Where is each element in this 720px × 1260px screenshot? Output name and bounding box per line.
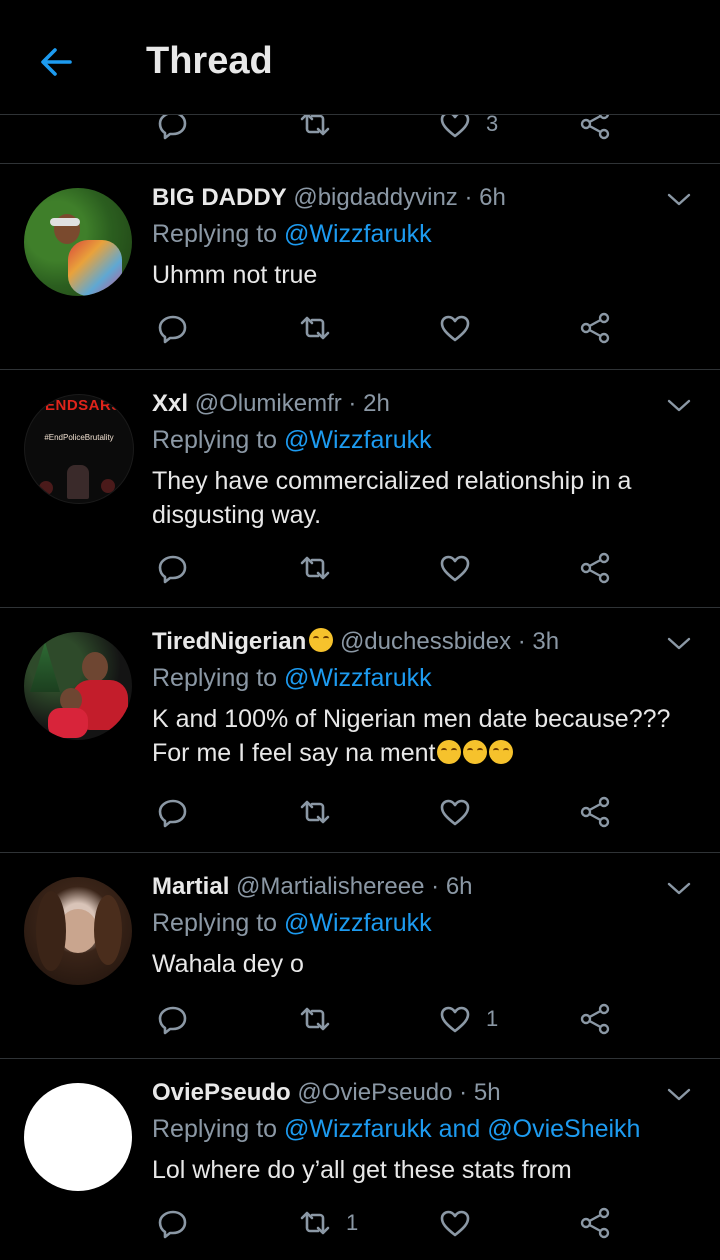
replying-to-label: Replying to [152,426,278,454]
like-count: 1 [486,1006,499,1031]
share-icon[interactable] [578,999,612,1039]
reply-icon[interactable] [156,1203,190,1243]
avatar[interactable] [24,632,132,740]
tweet[interactable]: #ENDSARS #EndPoliceBrutality Xxl @Olumik… [0,370,720,608]
mention-link[interactable]: @Wizzfarukk [284,664,432,692]
avatar-text: #ENDSARS [36,397,122,414]
tweet-text-line-content: For me I feel say na ment [152,739,436,767]
top-app-bar: Thread [0,0,720,115]
reply-icon[interactable] [156,792,190,832]
retweet-icon[interactable] [298,548,332,588]
heart-icon[interactable] [438,792,472,832]
heart-icon [438,1002,472,1036]
tweet-text-line: K and 100% of Nigerian men date because?… [152,705,671,733]
avatar[interactable]: #ENDSARS #EndPoliceBrutality [24,394,134,504]
separator: · [459,1079,468,1106]
mention-link[interactable]: @Wizzfarukk [284,909,432,937]
tweet[interactable]: OviePseudo @OviePseudo · 5h Replying to … [0,1059,720,1260]
share-icon[interactable] [578,792,612,832]
tweet-text-line: For me I feel say na ment [152,736,690,770]
user-handle[interactable]: @duchessbidex [340,628,511,655]
share-icon[interactable] [578,308,612,348]
replying-to-label: Replying to [152,664,278,692]
display-name[interactable]: BIG DADDY [152,184,287,211]
mention-link[interactable]: @Wizzfarukk [284,426,432,454]
timestamp: 6h [445,873,473,900]
retweet-button[interactable]: 1 [298,1203,358,1243]
replying-to-label: Replying to [152,1115,278,1143]
reply-icon[interactable] [156,308,190,348]
replying-to: Replying to @Wizzfarukk [152,426,690,464]
timestamp: 3h [532,628,560,655]
timestamp: 2h [363,390,390,417]
heart-icon[interactable] [438,548,472,588]
tweet-text: Uhmm not true [152,261,318,289]
tweet[interactable]: TiredNigerian @duchessbidex · 3h Replyin… [0,608,720,853]
heart-icon[interactable] [438,308,472,348]
display-name[interactable]: TiredNigerian [152,628,306,655]
share-icon[interactable] [578,1203,612,1243]
heart-icon[interactable] [438,1203,472,1243]
avatar[interactable] [24,1083,132,1191]
user-handle[interactable]: @bigdaddyvinz [293,184,457,211]
timestamp: 5h [473,1079,501,1106]
user-handle[interactable]: @OviePseudo [297,1079,452,1106]
avatar[interactable] [24,877,132,985]
tweet-actions: 1 [152,999,622,1039]
tweet-text: They have commercialized relationship in… [152,467,632,529]
retweet-count: 1 [346,1210,359,1235]
weary-face-emoji-icon [309,628,334,652]
chevron-down-icon[interactable] [666,1081,692,1107]
tweet-actions [152,792,622,832]
avatar-subtext: #EndPoliceBrutality [44,433,114,442]
page-title: Thread [146,40,273,82]
replying-to: Replying to @Wizzfarukk and @OvieSheikh [152,1115,690,1153]
separator: · [517,628,526,655]
smirking-face-emoji-icon [463,740,488,764]
like-button[interactable]: 1 [438,999,498,1039]
user-handle[interactable]: @Martialishereee [236,873,424,900]
reply-icon[interactable] [156,999,190,1039]
tweet-actions [152,308,622,348]
separator: · [348,390,357,417]
tweet-text: Wahala dey o [152,950,304,978]
share-icon[interactable] [578,548,612,588]
smirking-face-emoji-icon [489,740,514,764]
tweet-text: Lol where do y’all get these stats from [152,1156,572,1184]
retweet-icon [298,1206,332,1240]
display-name[interactable]: OviePseudo [152,1079,291,1106]
separator: · [464,184,473,211]
mention-link[interactable]: @Wizzfarukk [284,220,432,248]
chevron-down-icon[interactable] [666,875,692,901]
separator: · [431,873,440,900]
tweet-actions [152,548,622,588]
chevron-down-icon[interactable] [666,392,692,418]
display-name[interactable]: Xxl [152,390,188,417]
replying-to: Replying to @Wizzfarukk [152,220,690,258]
tweet[interactable]: BIG DADDY @bigdaddyvinz · 6h Replying to… [0,164,720,370]
back-arrow-icon[interactable] [36,42,76,82]
chevron-down-icon[interactable] [666,630,692,656]
retweet-icon[interactable] [298,999,332,1039]
replying-to-label: Replying to [152,909,278,937]
retweet-icon[interactable] [298,308,332,348]
tweet[interactable]: Martial @Martialishereee · 6h Replying t… [0,853,720,1059]
tweet-actions: 1 [152,1203,622,1243]
replying-to: Replying to @Wizzfarukk [152,909,690,947]
tweet-text: K and 100% of Nigerian men date because?… [152,702,690,770]
display-name[interactable]: Martial [152,873,229,900]
retweet-icon[interactable] [298,792,332,832]
smirking-face-emoji-icon [437,740,462,764]
replying-to: Replying to @Wizzfarukk [152,664,690,702]
user-handle[interactable]: @Olumikemfr [195,390,342,417]
avatar[interactable] [24,188,132,296]
replying-to-label: Replying to [152,220,278,248]
reply-icon[interactable] [156,548,190,588]
timestamp: 6h [479,184,506,211]
mention-link[interactable]: @Wizzfarukk and @OvieSheikh [284,1115,640,1143]
chevron-down-icon[interactable] [666,186,692,212]
